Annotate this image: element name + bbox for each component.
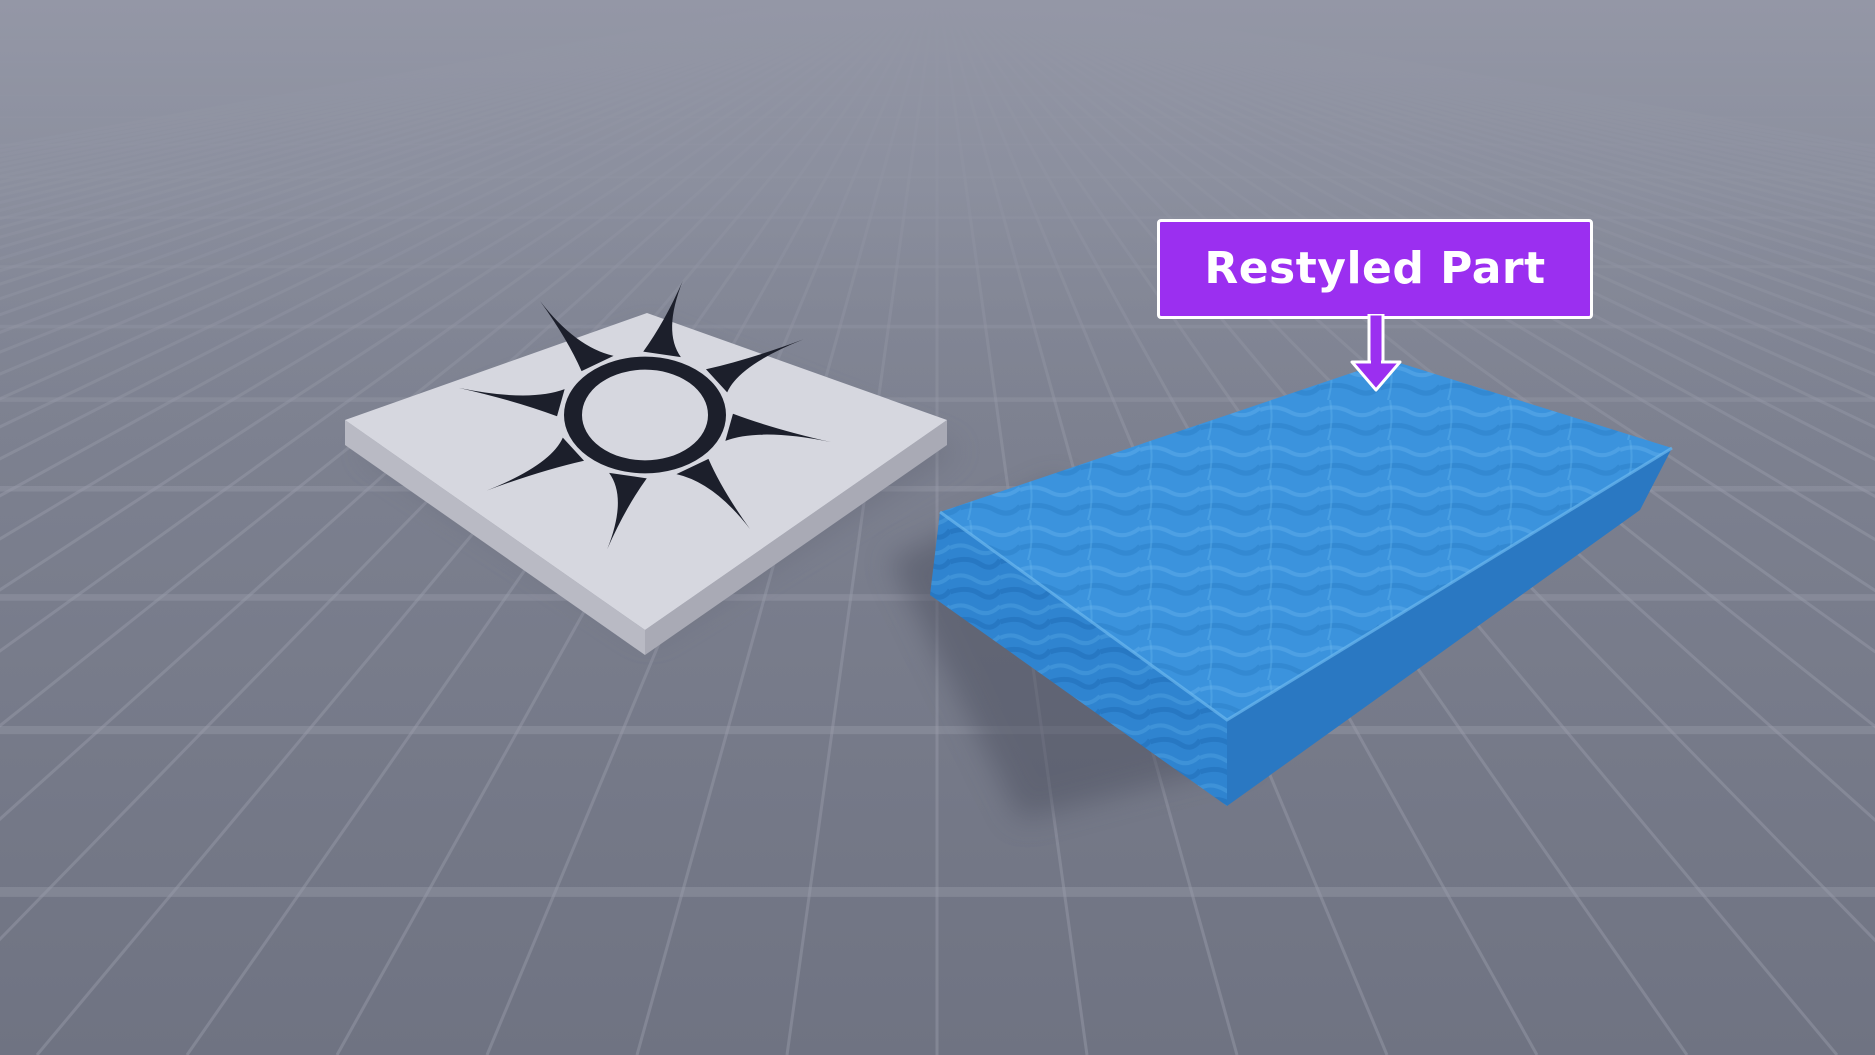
scene-canvas[interactable]: [0, 0, 1875, 1055]
arrow-down-icon: [1350, 314, 1402, 392]
restyled-part-callout-label: Restyled Part: [1157, 219, 1593, 319]
studio-viewport[interactable]: Restyled Part: [0, 0, 1875, 1055]
